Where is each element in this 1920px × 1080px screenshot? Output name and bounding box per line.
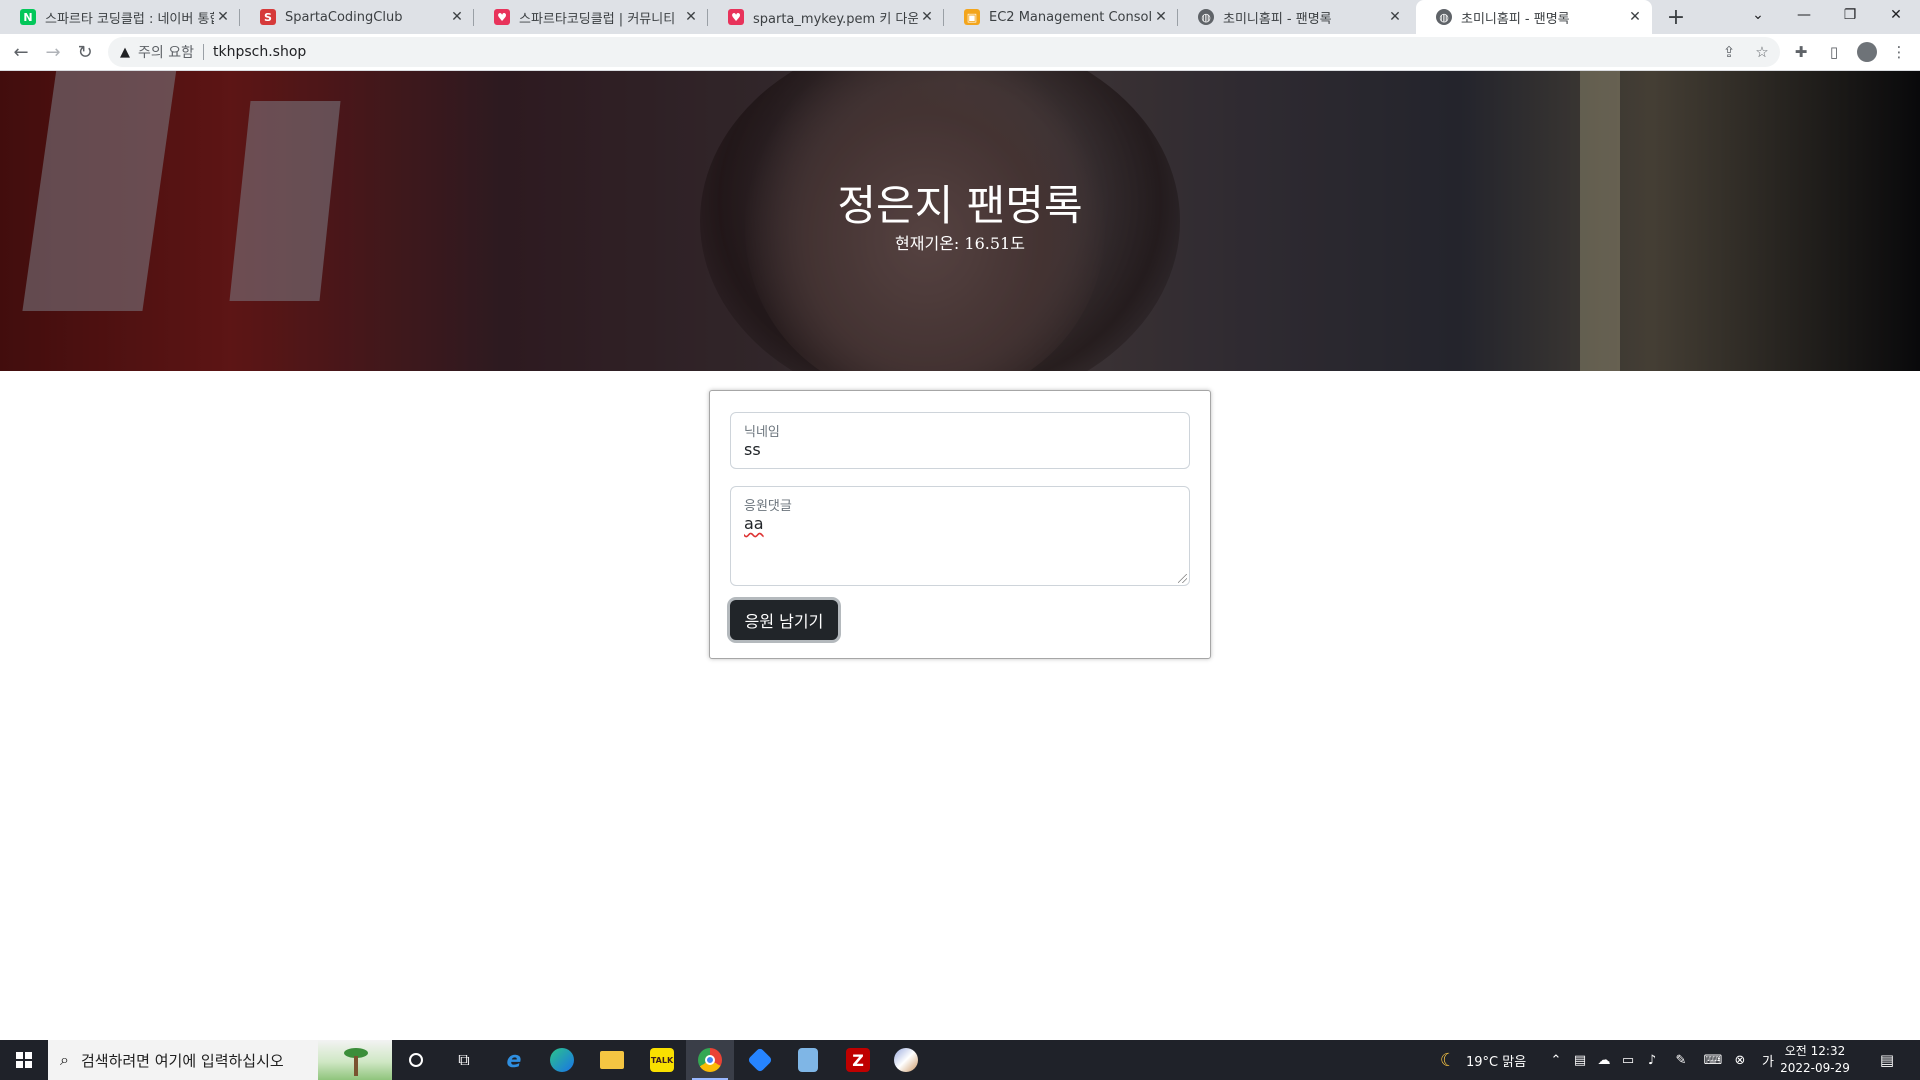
profile-avatar[interactable] [1853, 38, 1881, 66]
tab-title: 스파르타 코딩클럽 : 네이버 통합 [45, 11, 214, 27]
tab-spartacodingclub[interactable]: S SpartaCodingClub ✕ [240, 0, 474, 34]
notepad-icon[interactable] [784, 1040, 832, 1080]
hero-banner: 정은지 팬명록 현재기온: 16.51도 [0, 71, 1920, 371]
close-icon[interactable]: ✕ [1152, 8, 1170, 26]
tab-naver[interactable]: N 스파르타 코딩클럽 : 네이버 통합 ✕ [0, 0, 240, 34]
close-icon[interactable]: ✕ [214, 8, 232, 26]
page-title: 정은지 팬명록 [837, 181, 1083, 230]
tab-title: 초미니홈피 - 팬명록 [1461, 11, 1570, 27]
sparta-heart-icon: ♥ [494, 9, 510, 25]
filezilla-icon[interactable]: Z [834, 1040, 882, 1080]
tab-title: sparta_mykey.pem 키 다운로드 [753, 11, 918, 27]
windows-logo-icon [16, 1052, 32, 1068]
nickname-input[interactable]: ss [744, 440, 761, 459]
weather-moon-icon[interactable]: ☾ [1437, 1040, 1459, 1080]
tab-strip: N 스파르타 코딩클럽 : 네이버 통합 ✕ S SpartaCodingClu… [0, 0, 1920, 34]
submit-cheer-button[interactable]: 응원 남기기 [730, 600, 838, 640]
tab-pem-download[interactable]: ♥ sparta_mykey.pem 키 다운로드 ✕ [708, 0, 944, 34]
menu-kebab-icon[interactable]: ⋮ [1885, 38, 1913, 66]
forward-icon[interactable]: → [39, 38, 67, 66]
back-icon[interactable]: ← [7, 38, 35, 66]
aws-cube-icon: ▣ [964, 9, 980, 25]
new-tab-button[interactable]: + [1662, 3, 1690, 31]
clock-date: 2022-09-29 [1780, 1061, 1850, 1075]
tab-guestbook-active[interactable]: ◍ 초미니홈피 - 팬명록 ✕ [1416, 0, 1652, 34]
current-temperature: 현재기온: 16.51도 [895, 234, 1025, 253]
extensions-icon[interactable]: ✚ [1787, 38, 1815, 66]
tray-app-icon[interactable]: ▤ [1569, 1040, 1591, 1080]
tab-ec2-console[interactable]: ▣ EC2 Management Console ✕ [944, 0, 1178, 34]
search-placeholder: 검색하려면 여기에 입력하십시오 [80, 1051, 284, 1070]
task-view-icon[interactable]: ⧉ [440, 1040, 488, 1080]
cortana-icon[interactable] [392, 1040, 440, 1080]
close-icon[interactable]: ✕ [448, 8, 466, 26]
search-icon: ⌕ [60, 1050, 69, 1069]
paint-icon[interactable] [882, 1040, 930, 1080]
keyboard-icon[interactable]: ⌨ [1702, 1040, 1724, 1080]
tray-close-icon[interactable]: ⊗ [1729, 1040, 1751, 1080]
volume-icon[interactable]: ♪ [1641, 1040, 1663, 1080]
naver-n-icon: N [20, 9, 36, 25]
tab-title: 초미니홈피 - 팬명록 [1223, 11, 1332, 27]
tab-search-icon[interactable]: ⌄ [1735, 0, 1781, 30]
resize-handle[interactable] [1178, 574, 1187, 583]
tab-guestbook-1[interactable]: ◍ 초미니홈피 - 팬명록 ✕ [1178, 0, 1412, 34]
network-icon[interactable]: ▭ [1617, 1040, 1639, 1080]
file-explorer-icon[interactable] [588, 1040, 636, 1080]
close-icon[interactable]: ✕ [1386, 8, 1404, 26]
globe-icon: ◍ [1198, 9, 1214, 25]
ime-hangul-icon[interactable]: 가 [1757, 1040, 1779, 1080]
guestbook-form: 닉네임 ss 응원댓글 aa 응원 남기기 [709, 390, 1211, 659]
warning-icon[interactable]: ▲ [120, 45, 130, 60]
kakaotalk-icon[interactable]: TALK [638, 1040, 686, 1080]
clock-time: 오전 12:32 [1784, 1044, 1846, 1058]
tab-title: 스파르타코딩클럽 | 커뮤니티 [519, 11, 676, 27]
close-icon[interactable]: ✕ [682, 8, 700, 26]
security-warning[interactable]: 주의 요함 [138, 42, 194, 62]
share-icon[interactable]: ⇪ [1715, 38, 1743, 66]
tab-title: EC2 Management Console [989, 9, 1152, 25]
address-bar[interactable]: ▲ 주의 요함 tkhpsch.shop [108, 37, 1780, 67]
sourcetree-icon[interactable] [736, 1040, 784, 1080]
onedrive-icon[interactable]: ☁ [1593, 1040, 1615, 1080]
comment-label: 응원댓글 [744, 499, 792, 514]
edge-icon[interactable] [538, 1040, 586, 1080]
sparta-logo-icon: S [260, 9, 276, 25]
restore-button[interactable]: ❐ [1827, 0, 1873, 30]
minimize-button[interactable]: — [1781, 0, 1827, 30]
show-hidden-icons-chevron-icon[interactable]: ⌃ [1545, 1040, 1567, 1080]
url-text[interactable]: tkhpsch.shop [213, 44, 306, 60]
tab-title: SpartaCodingClub [285, 9, 403, 25]
close-icon[interactable]: ✕ [918, 8, 936, 26]
chrome-icon[interactable] [686, 1040, 734, 1080]
taskbar-clock[interactable]: 오전 12:32 2022-09-29 [1778, 1043, 1852, 1077]
reload-icon[interactable]: ↻ [71, 38, 99, 66]
globe-icon: ◍ [1436, 9, 1452, 25]
internet-explorer-icon[interactable]: e [490, 1040, 538, 1080]
notification-center-icon[interactable]: ▤ [1876, 1040, 1898, 1080]
taskbar-search-box[interactable]: ⌕ 검색하려면 여기에 입력하십시오 [48, 1040, 392, 1080]
search-highlight-illustration [318, 1040, 392, 1080]
pen-icon[interactable]: ✎ [1670, 1040, 1692, 1080]
close-window-button[interactable]: ✕ [1873, 0, 1919, 30]
browser-toolbar: ← → ↻ ▲ 주의 요함 tkhpsch.shop ⇪ ☆ ✚ ▯ ⋮ [0, 34, 1920, 71]
close-icon[interactable]: ✕ [1626, 8, 1644, 26]
bookmark-star-icon[interactable]: ☆ [1748, 38, 1776, 66]
windows-taskbar: ⌕ 검색하려면 여기에 입력하십시오 ⧉ e TALK Z ☾ 19°C 맑음 … [0, 1040, 1920, 1080]
nickname-label: 닉네임 [744, 425, 780, 440]
comment-input[interactable]: aa [744, 514, 764, 533]
side-panel-icon[interactable]: ▯ [1820, 38, 1848, 66]
sparta-heart-icon: ♥ [728, 9, 744, 25]
nickname-field[interactable]: 닉네임 ss [730, 412, 1190, 469]
tab-sparta-community[interactable]: ♥ 스파르타코딩클럽 | 커뮤니티 ✕ [474, 0, 708, 34]
comment-textarea[interactable]: 응원댓글 aa [730, 486, 1190, 586]
start-button[interactable] [0, 1040, 48, 1080]
taskbar-weather[interactable]: 19°C 맑음 [1466, 1040, 1526, 1080]
